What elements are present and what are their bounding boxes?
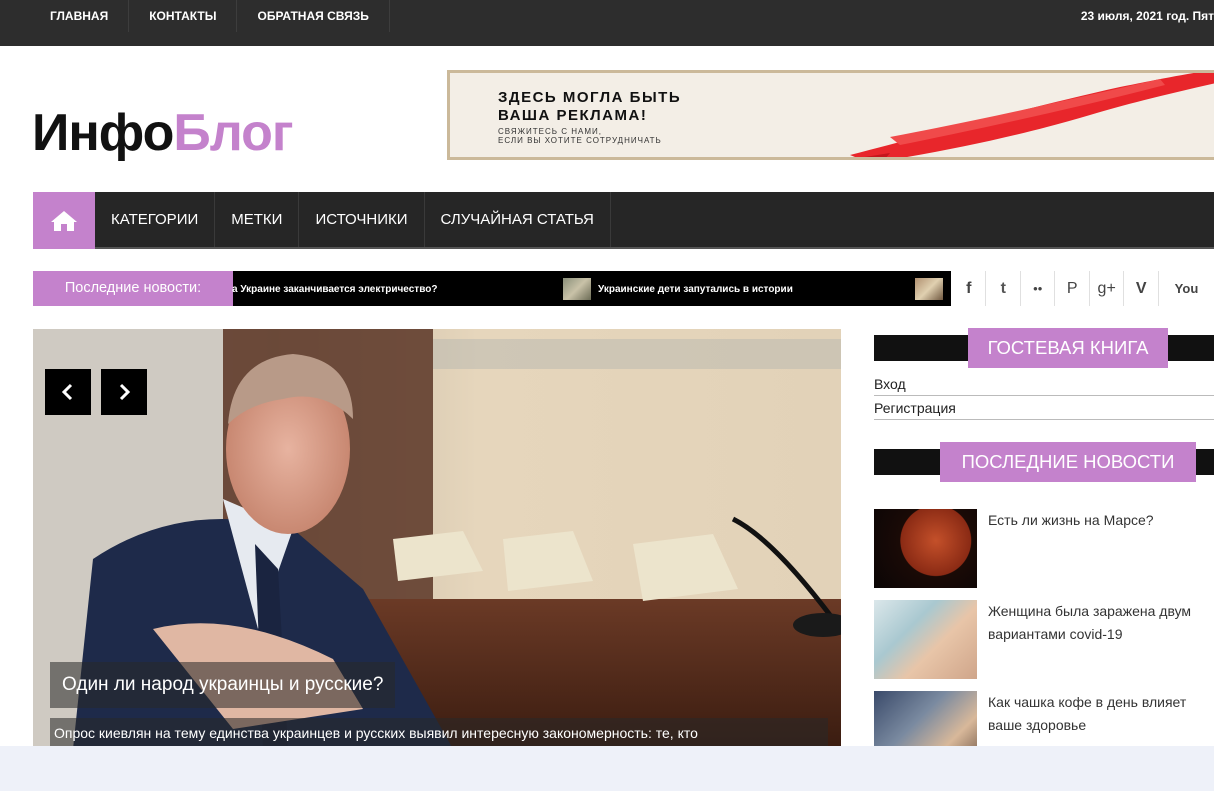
main-nav: КАТЕГОРИИ МЕТКИ ИСТОЧНИКИ СЛУЧАЙНАЯ СТАТ…: [33, 192, 1214, 249]
top-bar: ГЛАВНАЯ КОНТАКТЫ ОБРАТНАЯ СВЯЗЬ 23 июля,…: [0, 0, 1214, 46]
news-item-covid-line-2: вариантами covid-19: [988, 626, 1123, 642]
current-date: 23 июля, 2021 год. Пят: [1080, 9, 1214, 23]
top-nav-home[interactable]: ГЛАВНАЯ: [30, 0, 130, 32]
brush-stroke-graphic: [850, 73, 1214, 157]
slider-next-button[interactable]: [101, 369, 147, 415]
slider-title[interactable]: Один ли народ украинцы и русские?: [50, 662, 396, 708]
guestbook-title: ГОСТЕВАЯ КНИГА: [968, 328, 1168, 368]
banner-line-3: СВЯЖИТЕСЬ С НАМИ,: [498, 127, 602, 136]
news-thumb-covid[interactable]: [874, 600, 977, 679]
logo-part-2: Блог: [173, 104, 293, 162]
news-item-covid-line-1: Женщина была заражена двум: [988, 603, 1192, 619]
login-link[interactable]: Вход: [874, 373, 1214, 396]
slider-prev-button[interactable]: [45, 369, 91, 415]
social-icons: f t •• P g+ V You: [952, 271, 1214, 306]
ad-banner[interactable]: ЗДЕСЬ МОГЛА БЫТЬ ВАША РЕКЛАМА! СВЯЖИТЕСЬ…: [447, 70, 1214, 160]
banner-line-2: ВАША РЕКЛАМА!: [498, 107, 648, 124]
nav-tags[interactable]: МЕТКИ: [215, 192, 300, 247]
home-icon: [51, 210, 77, 231]
facebook-icon[interactable]: f: [952, 271, 987, 306]
banner-line-1: ЗДЕСЬ МОГЛА БЫТЬ: [498, 89, 682, 106]
slider-excerpt: Опрос киевлян на тему единства украинцев…: [50, 718, 828, 749]
flickr-icon[interactable]: ••: [1021, 271, 1056, 306]
home-button[interactable]: [33, 192, 95, 249]
top-nav-feedback[interactable]: ОБРАТНАЯ СВЯЗЬ: [237, 0, 390, 32]
google-plus-icon[interactable]: g+: [1090, 271, 1125, 306]
chevron-right-icon: [119, 383, 131, 401]
news-item-coffee[interactable]: Как чашка кофе в день влияет ваше здоров…: [988, 691, 1214, 737]
chevron-left-icon: [61, 383, 73, 401]
ticker-label: Последние новости:: [33, 271, 233, 306]
news-item-mars[interactable]: Есть ли жизнь на Марсе?: [988, 509, 1214, 532]
pinterest-icon[interactable]: P: [1055, 271, 1090, 306]
ticker-thumb-2: [915, 278, 943, 300]
page-bottom-overlay: [0, 746, 1214, 791]
vimeo-icon[interactable]: V: [1124, 271, 1159, 306]
logo-part-1: Инфо: [32, 104, 174, 162]
main-nav-items: КАТЕГОРИИ МЕТКИ ИСТОЧНИКИ СЛУЧАЙНАЯ СТАТ…: [95, 192, 611, 247]
banner-line-4: ЕСЛИ ВЫ ХОТИТЕ СОТРУДНИЧАТЬ: [498, 136, 662, 145]
top-nav: ГЛАВНАЯ КОНТАКТЫ ОБРАТНАЯ СВЯЗЬ: [30, 0, 390, 32]
banner-headline: ЗДЕСЬ МОГЛА БЫТЬ ВАША РЕКЛАМА!: [498, 89, 681, 125]
top-nav-contacts[interactable]: КОНТАКТЫ: [129, 0, 238, 32]
banner-subtext: СВЯЖИТЕСЬ С НАМИ, ЕСЛИ ВЫ ХОТИТЕ СОТРУДН…: [498, 127, 662, 145]
ticker-item-2[interactable]: Украинские дети запутались в истории: [598, 271, 793, 306]
news-ticker: Последние новости: а Украине заканчивает…: [33, 271, 951, 306]
nav-sources[interactable]: ИСТОЧНИКИ: [299, 192, 425, 247]
news-item-covid[interactable]: Женщина была заражена двум вариантами co…: [988, 600, 1214, 646]
news-item-coffee-line-1: Как чашка кофе в день влияет: [988, 694, 1187, 710]
latest-news-title: ПОСЛЕДНИЕ НОВОСТИ: [940, 442, 1196, 482]
ticker-item-1[interactable]: а Украине заканчивается электричество?: [232, 271, 437, 306]
youtube-icon[interactable]: You: [1159, 271, 1214, 306]
featured-slider[interactable]: Один ли народ украинцы и русские? Опрос …: [33, 329, 841, 749]
ticker-thumb-1: [563, 278, 591, 300]
nav-categories[interactable]: КАТЕГОРИИ: [95, 192, 216, 247]
twitter-icon[interactable]: t: [986, 271, 1021, 306]
site-logo[interactable]: ИнфоБлог: [32, 104, 294, 162]
news-item-coffee-line-2: ваше здоровье: [988, 717, 1087, 733]
register-link[interactable]: Регистрация: [874, 397, 1214, 420]
news-thumb-mars[interactable]: [874, 509, 977, 588]
nav-random-article[interactable]: СЛУЧАЙНАЯ СТАТЬЯ: [425, 192, 611, 247]
